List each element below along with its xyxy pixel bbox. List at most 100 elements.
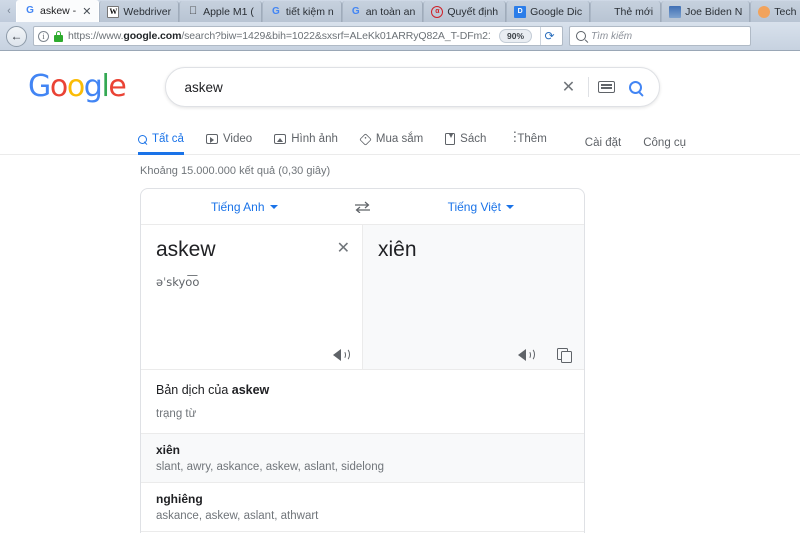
google-search-page: Google askew ✕ Tất cả Video Hình ảnh Mua… <box>0 51 800 533</box>
browser-tab-title: Webdriver <box>123 6 171 18</box>
browser-tab-3[interactable]: G tiết kiệm n <box>262 1 342 22</box>
target-language-label: Tiếng Việt <box>448 200 501 214</box>
definition-row[interactable]: nghiêng askance, askew, aslant, athwart <box>141 482 584 531</box>
nav-tab-all[interactable]: Tất cả <box>138 125 197 155</box>
source-text[interactable]: askew <box>156 238 347 262</box>
source-language-label: Tiếng Anh <box>211 200 265 214</box>
translate-card: Tiếng Anh Tiếng Việt askew ✕ əˈskyo͞o <box>140 188 585 533</box>
browser-tab-title: Apple M1 ( <box>203 6 254 18</box>
browser-tab-4[interactable]: G an toàn an <box>342 1 424 22</box>
tab-close-icon[interactable]: ✕ <box>80 5 91 18</box>
browser-tab-title: Thẻ mới <box>614 6 653 18</box>
definition-synonyms: slant, awry, askance, askew, aslant, sid… <box>156 461 569 473</box>
photo-icon <box>669 6 681 18</box>
google-g-icon: G <box>24 5 36 17</box>
definition-word: xiên <box>156 443 569 457</box>
result-count: Khoảng 15.000.000 kết quả (0,30 giây) <box>0 165 800 177</box>
info-icon[interactable]: i <box>38 31 49 42</box>
source-language-selector[interactable]: Tiếng Anh <box>141 200 348 214</box>
target-speaker-icon[interactable] <box>518 348 533 361</box>
clear-search-icon[interactable]: ✕ <box>557 76 579 98</box>
browser-tab-7[interactable]: Thẻ mới <box>590 1 661 22</box>
part-of-speech: trạng từ <box>141 397 584 433</box>
nav-tab-label: Video <box>223 133 252 145</box>
nav-tab-label: Tất cả <box>152 133 184 145</box>
tab-scroll-left-icon[interactable]: ‹ <box>2 0 16 22</box>
definition-synonyms: askance, askew, aslant, athwart <box>156 510 569 522</box>
browser-tab-8[interactable]: Joe Biden N <box>661 1 750 22</box>
language-bar: Tiếng Anh Tiếng Việt <box>141 189 584 225</box>
image-icon <box>274 134 286 144</box>
search-submit-icon[interactable] <box>623 75 647 99</box>
browser-tab-6[interactable]: D Google Dic <box>506 1 590 22</box>
definitions-title-word: askew <box>232 383 270 397</box>
target-actions <box>518 348 570 361</box>
logo-letter: o <box>67 69 84 104</box>
orange-circle-icon <box>758 6 770 18</box>
browser-tab-title: askew - <box>40 5 76 17</box>
browser-tab-title: Tech <box>774 6 796 18</box>
wikipedia-w-icon: W <box>107 6 119 18</box>
source-pane: askew ✕ əˈskyo͞o <box>141 225 363 369</box>
back-button[interactable]: ← <box>6 26 27 47</box>
target-text: xiên <box>378 238 569 262</box>
zoom-level-badge[interactable]: 90% <box>499 29 532 43</box>
red-circle-icon: α <box>431 6 443 18</box>
browser-tab-9[interactable]: Tech <box>750 1 800 22</box>
nav-tab-more[interactable]: Thêm <box>508 125 559 155</box>
nav-tab-label: Sách <box>460 133 486 145</box>
chevron-down-icon <box>506 205 514 209</box>
browser-tab-2[interactable]:  Apple M1 ( <box>179 1 262 22</box>
search-nav-tabs: Tất cả Video Hình ảnh Mua sắm Sách Thêm … <box>0 125 800 155</box>
nav-tab-shopping[interactable]: Mua sắm <box>360 125 436 155</box>
google-logo[interactable]: Google <box>28 72 125 102</box>
browser-search-placeholder: Tìm kiếm <box>591 31 632 42</box>
settings-link[interactable]: Cài đặt <box>585 130 621 149</box>
apple-icon:  <box>187 6 199 18</box>
target-pane: xiên <box>363 225 584 369</box>
browser-search-field[interactable]: Tìm kiếm <box>569 26 751 46</box>
copy-icon[interactable] <box>557 348 570 361</box>
keyboard-icon[interactable] <box>598 81 615 93</box>
search-icon <box>138 135 147 144</box>
browser-tab-0[interactable]: G askew - ✕ <box>16 0 99 22</box>
url-host: google.com <box>123 30 181 42</box>
lock-icon[interactable] <box>54 31 63 42</box>
tag-icon <box>359 133 371 145</box>
definition-row[interactable]: xiên slant, awry, askance, askew, aslant… <box>141 433 584 482</box>
book-icon <box>445 133 455 145</box>
target-language-selector[interactable]: Tiếng Việt <box>378 200 585 214</box>
source-actions <box>333 348 348 361</box>
address-bar[interactable]: i https://www.google.com/search?biw=1429… <box>33 26 563 46</box>
url-path: /search?biw=1429&bih=1022&sxsrf=ALeKk01A… <box>181 30 490 42</box>
url-scheme: https://www. <box>68 30 123 42</box>
nav-tab-label: Mua sắm <box>376 133 423 145</box>
browser-tab-title: tiết kiệm n <box>286 6 334 18</box>
browser-tab-5[interactable]: α Quyết định <box>423 1 506 22</box>
url-text: https://www.google.com/search?biw=1429&b… <box>68 30 490 42</box>
clear-source-icon[interactable]: ✕ <box>337 238 350 258</box>
nav-tab-images[interactable]: Hình ảnh <box>274 125 351 155</box>
browser-tab-title: Quyết định <box>447 6 498 18</box>
nav-tab-books[interactable]: Sách <box>445 125 499 155</box>
google-g-icon: G <box>270 6 282 18</box>
definitions-title-prefix: Bản dịch của <box>156 383 232 397</box>
source-speaker-icon[interactable] <box>333 348 348 361</box>
search-input[interactable]: askew <box>184 80 557 95</box>
definition-word: nghiêng <box>156 492 569 506</box>
pronunciation-text: əˈskyo͞o <box>156 275 347 289</box>
browser-tab-1[interactable]: W Webdriver <box>99 1 179 22</box>
video-icon <box>206 134 218 144</box>
browser-tab-title: Joe Biden N <box>685 6 742 18</box>
nav-tab-video[interactable]: Video <box>206 125 265 155</box>
chevron-down-icon <box>270 205 278 209</box>
tools-link[interactable]: Công cụ <box>643 130 686 149</box>
google-header: Google askew ✕ <box>0 51 800 107</box>
more-vertical-icon <box>508 133 512 145</box>
reload-icon[interactable]: ⟳ <box>540 27 558 45</box>
blank-icon <box>598 6 610 18</box>
swap-languages-icon[interactable] <box>348 201 378 213</box>
logo-letter: g <box>84 69 102 104</box>
browser-chrome: ‹ G askew - ✕ W Webdriver  Apple M1 ( G… <box>0 0 800 51</box>
search-box[interactable]: askew ✕ <box>165 67 660 107</box>
